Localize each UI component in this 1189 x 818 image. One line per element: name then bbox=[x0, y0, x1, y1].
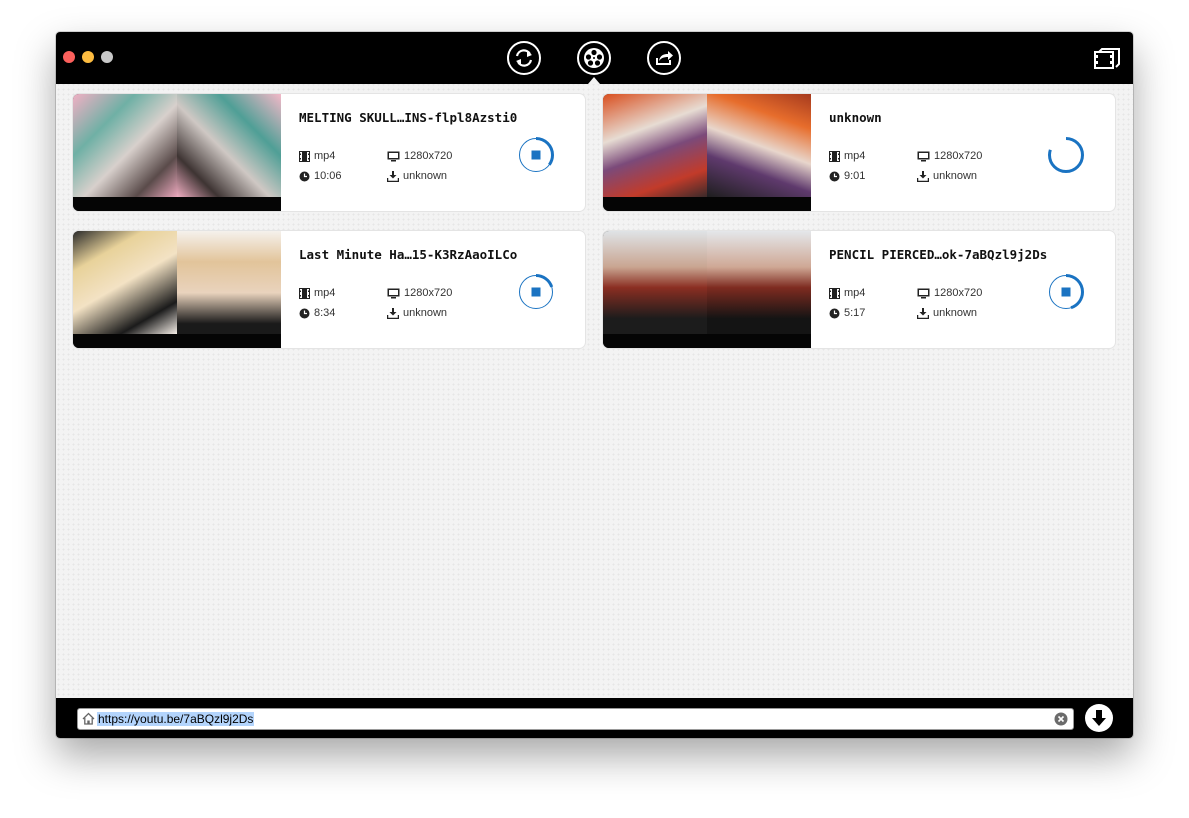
clock-icon bbox=[299, 308, 310, 318]
film-icon bbox=[299, 287, 310, 299]
video-title: Last Minute Ha…15-K3RzAaoILCo bbox=[299, 247, 518, 262]
url-bar: https://youtu.be/7aBQzl9j2Ds bbox=[56, 698, 1133, 738]
download-button[interactable] bbox=[1085, 704, 1113, 732]
minimize-window-button[interactable] bbox=[82, 51, 94, 63]
film-reel-icon bbox=[584, 48, 604, 68]
monitor-icon bbox=[917, 151, 930, 161]
loading-spinner bbox=[1048, 137, 1084, 173]
stop-icon bbox=[531, 287, 541, 297]
video-title: PENCIL PIERCED…ok-7aBQzl9j2Ds bbox=[829, 247, 1048, 262]
share-arrow-icon bbox=[656, 51, 673, 65]
clear-circle-icon[interactable] bbox=[1054, 712, 1068, 726]
video-duration: 8:34 bbox=[314, 307, 336, 319]
stop-download-button[interactable] bbox=[1047, 273, 1085, 311]
download-tray-icon bbox=[387, 307, 399, 319]
video-duration: 9:01 bbox=[844, 170, 866, 182]
video-size: unknown bbox=[403, 170, 448, 182]
stop-download-button[interactable] bbox=[517, 136, 555, 174]
film-icon bbox=[829, 150, 840, 162]
download-tray-icon bbox=[917, 170, 929, 182]
video-resolution: 1280x720 bbox=[934, 287, 983, 299]
convert-button[interactable] bbox=[507, 41, 541, 75]
video-size: unknown bbox=[933, 170, 978, 182]
film-icon bbox=[829, 287, 840, 299]
stop-icon bbox=[1061, 287, 1071, 297]
video-title: MELTING SKULL…INS-flpl8Azsti0 bbox=[299, 110, 518, 125]
video-resolution: 1280x720 bbox=[404, 150, 453, 162]
monitor-icon bbox=[387, 288, 400, 298]
stop-download-button[interactable] bbox=[517, 273, 555, 311]
download-tray-icon bbox=[917, 307, 929, 319]
active-tab-indicator bbox=[588, 77, 600, 84]
share-button[interactable] bbox=[647, 41, 681, 75]
film-library-icon[interactable] bbox=[1093, 47, 1121, 71]
video-format: mp4 bbox=[314, 150, 336, 162]
home-icon bbox=[82, 712, 95, 725]
film-icon bbox=[299, 150, 310, 162]
maximize-window-button[interactable] bbox=[101, 51, 113, 63]
video-thumbnail bbox=[73, 231, 281, 348]
video-format: mp4 bbox=[314, 287, 336, 299]
video-card[interactable]: Last Minute Ha…15-K3RzAaoILCo mp4 1280x7… bbox=[73, 231, 585, 348]
video-card[interactable]: unknown mp4 1280x720 9:01 unknown bbox=[603, 94, 1115, 211]
video-size: unknown bbox=[933, 307, 978, 319]
stop-icon bbox=[531, 150, 541, 160]
video-thumbnail bbox=[603, 231, 811, 348]
clock-icon bbox=[299, 171, 310, 181]
refresh-arrows-icon bbox=[515, 49, 533, 67]
video-duration: 5:17 bbox=[844, 307, 866, 319]
video-title: unknown bbox=[829, 110, 882, 125]
monitor-icon bbox=[917, 288, 930, 298]
downloads-button[interactable] bbox=[577, 41, 611, 75]
video-resolution: 1280x720 bbox=[404, 287, 453, 299]
video-format: mp4 bbox=[844, 287, 866, 299]
download-tray-icon bbox=[387, 170, 399, 182]
video-thumbnail bbox=[603, 94, 811, 211]
url-input[interactable]: https://youtu.be/7aBQzl9j2Ds bbox=[97, 712, 255, 726]
close-window-button[interactable] bbox=[63, 51, 75, 63]
video-card[interactable]: MELTING SKULL…INS-flpl8Azsti0 mp4 1280x7… bbox=[73, 94, 585, 211]
url-field[interactable]: https://youtu.be/7aBQzl9j2Ds bbox=[77, 708, 1074, 730]
clock-icon bbox=[829, 171, 840, 181]
title-bar bbox=[56, 32, 1133, 84]
clock-icon bbox=[829, 308, 840, 318]
video-format: mp4 bbox=[844, 150, 866, 162]
app-window: MELTING SKULL…INS-flpl8Azsti0 mp4 1280x7… bbox=[56, 32, 1133, 738]
video-size: unknown bbox=[403, 307, 448, 319]
download-arrow-icon bbox=[1092, 710, 1106, 726]
video-thumbnail bbox=[73, 94, 281, 211]
video-duration: 10:06 bbox=[314, 170, 342, 182]
progress-ring-fill bbox=[1048, 137, 1084, 173]
monitor-icon bbox=[387, 151, 400, 161]
video-resolution: 1280x720 bbox=[934, 150, 983, 162]
video-card[interactable]: PENCIL PIERCED…ok-7aBQzl9j2Ds mp4 1280x7… bbox=[603, 231, 1115, 348]
